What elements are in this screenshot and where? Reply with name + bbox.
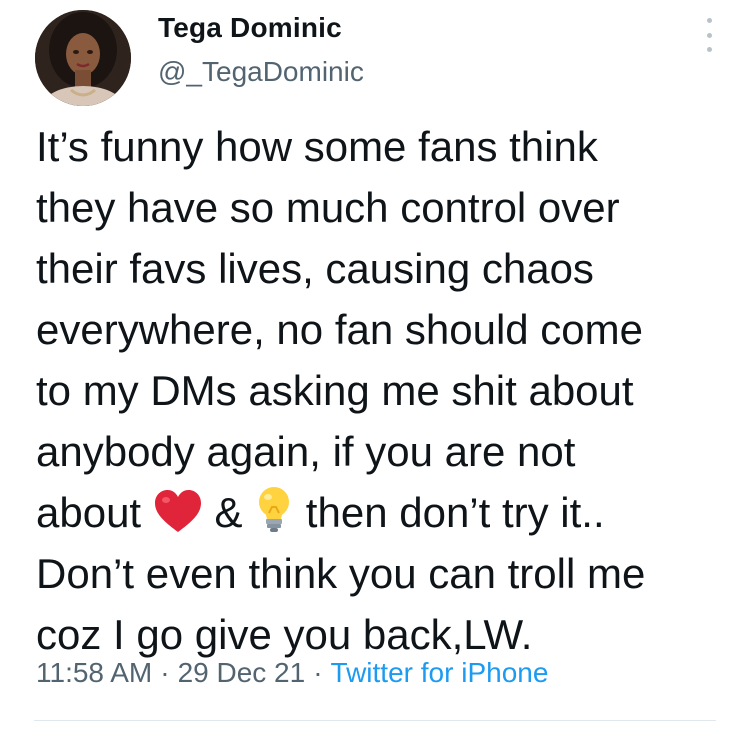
tweet-text-line: coz I go give you back,LW. bbox=[36, 611, 533, 658]
meta-separator: · bbox=[160, 657, 170, 688]
meta-separator: · bbox=[313, 657, 323, 688]
tweet-card: Tega Dominic @_TegaDominic It’s funny ho… bbox=[0, 0, 750, 750]
tweet-text-fragment: then don’t try it.. bbox=[294, 489, 605, 536]
author-handle[interactable]: @_TegaDominic bbox=[158, 56, 364, 88]
profile-photo bbox=[35, 10, 131, 106]
red-heart-emoji bbox=[153, 489, 203, 551]
tweet-time[interactable]: 11:58 AM bbox=[36, 657, 152, 688]
tweet-text-fragment: about bbox=[36, 489, 153, 536]
tweet-text-line: they have so much control over bbox=[36, 184, 620, 231]
tweet-text: It’s funny how some fans think they have… bbox=[36, 116, 726, 665]
tweet-text-line: to my DMs asking me shit about bbox=[36, 367, 634, 414]
tweet-source-link[interactable]: Twitter for iPhone bbox=[331, 657, 549, 688]
tweet-text-line-emoji: about & then don’t try it.. bbox=[36, 482, 726, 543]
tweet-text-line: their favs lives, causing chaos bbox=[36, 245, 594, 292]
more-dot bbox=[706, 32, 712, 38]
author-avatar[interactable] bbox=[35, 10, 131, 106]
more-vertical-icon[interactable] bbox=[703, 18, 715, 52]
author-display-name[interactable]: Tega Dominic bbox=[158, 12, 342, 44]
divider bbox=[34, 720, 716, 721]
tweet-text-line: anybody again, if you are not bbox=[36, 428, 576, 475]
tweet-metadata: 11:58 AM · 29 Dec 21 · Twitter for iPhone bbox=[36, 657, 548, 689]
tweet-text-line: Don’t even think you can troll me bbox=[36, 550, 646, 597]
tweet-text-line: everywhere, no fan should come bbox=[36, 306, 644, 353]
more-dot bbox=[706, 47, 712, 52]
tweet-text-fragment: & bbox=[202, 489, 255, 536]
light-bulb-emoji bbox=[254, 485, 294, 551]
tweet-date[interactable]: 29 Dec 21 bbox=[178, 657, 306, 688]
tweet-text-line: It’s funny how some fans think bbox=[36, 123, 598, 170]
more-dot bbox=[706, 18, 712, 23]
